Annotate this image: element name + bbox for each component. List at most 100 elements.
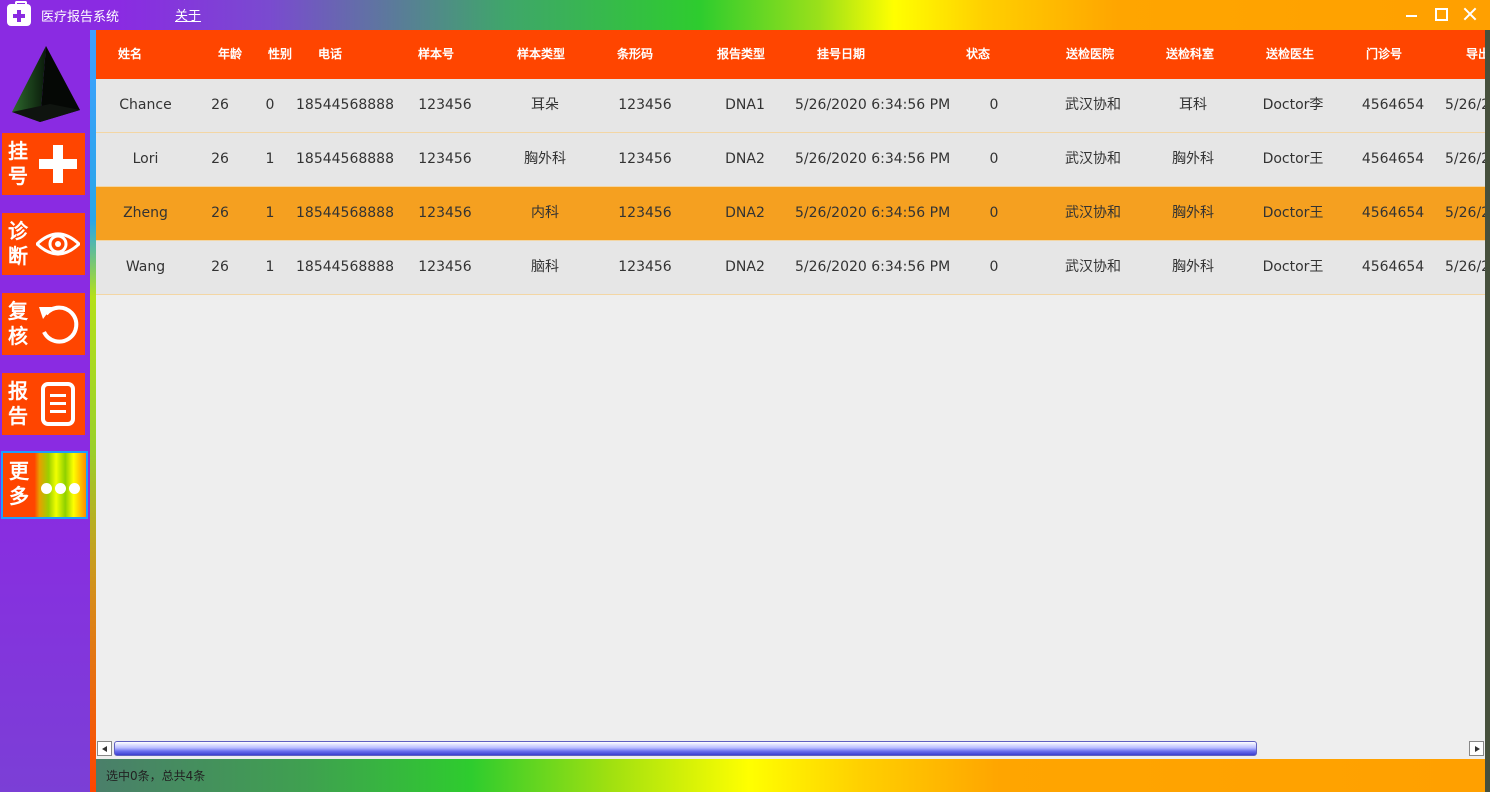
cell-age: 26	[211, 259, 229, 275]
cell-phone: 18544568888	[296, 97, 394, 113]
cell-sample-type: 脑科	[531, 259, 559, 275]
cell-phone: 18544568888	[296, 205, 394, 221]
cell-doctor: Doctor王	[1262, 259, 1324, 275]
cell-doctor: Doctor王	[1262, 151, 1324, 167]
cell-age: 26	[211, 151, 229, 167]
cell-sample-type: 内科	[531, 205, 559, 221]
nav-more[interactable]: 更多	[1, 451, 88, 519]
column-header[interactable]: 送检科室	[1166, 30, 1214, 79]
cell-hospital: 武汉协和	[1065, 259, 1121, 275]
cell-phone: 18544568888	[296, 259, 394, 275]
cell-hospital: 武汉协和	[1065, 151, 1121, 167]
nav-report[interactable]: 报告	[2, 373, 85, 435]
cell-export: 5/26/2	[1445, 97, 1485, 113]
column-header[interactable]: 样本类型	[517, 30, 565, 79]
column-header[interactable]: 送检医院	[1066, 30, 1114, 79]
table-row-selected[interactable]: Zheng 26 1 18544568888 123456 内科 123456 …	[96, 187, 1485, 241]
table-header: 姓名 年龄 性别 电话 样本号 样本类型 条形码 报告类型 挂号日期 状态 送检…	[96, 30, 1485, 79]
nav-diagnose[interactable]: 诊断	[2, 213, 85, 275]
cell-outpatient-no: 4564654	[1361, 259, 1425, 275]
cell-export: 5/26/2	[1445, 259, 1485, 275]
report-table: 姓名 年龄 性别 电话 样本号 样本类型 条形码 报告类型 挂号日期 状态 送检…	[96, 30, 1485, 759]
horizontal-scrollbar[interactable]	[96, 740, 1485, 758]
cell-report-type: DNA2	[725, 259, 765, 275]
column-header[interactable]: 电话	[318, 30, 342, 79]
cell-department: 胸外科	[1172, 259, 1214, 275]
eye-icon	[36, 232, 80, 256]
cell-barcode: 123456	[618, 151, 672, 167]
cell-department: 胸外科	[1172, 151, 1214, 167]
cell-barcode: 123456	[618, 205, 672, 221]
nav-report-label: 报告	[8, 379, 28, 428]
nav-more-label: 更多	[9, 459, 29, 508]
document-icon	[41, 382, 75, 426]
nav-review[interactable]: 复核	[2, 293, 85, 355]
cell-name: Wang	[125, 259, 166, 275]
cell-register-date: 5/26/2020 6:34:56 PM	[795, 205, 951, 221]
title-bar: 医疗报告系统 关于	[0, 0, 1490, 30]
column-header[interactable]: 年龄	[218, 30, 242, 79]
cell-status: 0	[989, 97, 999, 113]
nav-review-label: 复核	[8, 299, 28, 348]
column-header[interactable]: 条形码	[617, 30, 653, 79]
column-header[interactable]: 导出	[1466, 30, 1485, 79]
cell-gender: 0	[265, 97, 275, 113]
table-row[interactable]: Wang 26 1 18544568888 123456 脑科 123456 D…	[96, 241, 1485, 295]
cell-sample-no: 123456	[418, 259, 472, 275]
table-row[interactable]: Lori 26 1 18544568888 123456 胸外科 123456 …	[96, 133, 1485, 187]
cell-status: 0	[989, 259, 999, 275]
medical-kit-icon	[7, 1, 31, 26]
window-edge	[1485, 30, 1490, 792]
cell-doctor: Doctor王	[1262, 205, 1324, 221]
nav-register-label: 挂号	[8, 139, 28, 188]
cell-gender: 1	[265, 205, 275, 221]
nav-register[interactable]: 挂号	[2, 133, 85, 195]
column-header[interactable]: 性别	[268, 30, 292, 79]
cell-sample-no: 123456	[418, 97, 472, 113]
more-dots-icon	[41, 479, 83, 498]
scrollbar-thumb[interactable]	[114, 741, 1257, 756]
column-header[interactable]: 门诊号	[1366, 30, 1402, 79]
column-header[interactable]: 报告类型	[717, 30, 765, 79]
cell-barcode: 123456	[618, 97, 672, 113]
maximize-button[interactable]	[1431, 5, 1451, 25]
cell-gender: 1	[265, 151, 275, 167]
cell-name: Chance	[119, 97, 172, 113]
selection-status: 选中0条，总共4条	[106, 769, 206, 783]
scroll-right-arrow-icon[interactable]	[1469, 741, 1484, 756]
column-header[interactable]: 挂号日期	[817, 30, 865, 79]
scroll-left-arrow-icon[interactable]	[97, 741, 112, 756]
cell-export: 5/26/2	[1445, 151, 1485, 167]
cell-sample-type: 耳朵	[531, 97, 559, 113]
minimize-button[interactable]	[1402, 5, 1422, 25]
close-button[interactable]	[1460, 5, 1480, 25]
cell-hospital: 武汉协和	[1065, 205, 1121, 221]
cell-hospital: 武汉协和	[1065, 97, 1121, 113]
cell-report-type: DNA2	[725, 205, 765, 221]
cell-name: Zheng	[123, 205, 168, 221]
sidebar: 挂号 诊断 复核 报告 更多	[0, 30, 90, 792]
column-header[interactable]: 姓名	[118, 30, 142, 79]
menu-about[interactable]: 关于	[175, 5, 201, 24]
cell-name: Lori	[132, 151, 159, 167]
cell-sample-no: 123456	[418, 205, 472, 221]
cell-report-type: DNA2	[725, 151, 765, 167]
app-title: 医疗报告系统	[41, 10, 120, 25]
undo-icon	[39, 305, 79, 344]
column-header[interactable]: 状态	[966, 30, 990, 79]
cell-export: 5/26/2	[1445, 205, 1485, 221]
cell-register-date: 5/26/2020 6:34:56 PM	[795, 97, 951, 113]
cell-age: 26	[211, 205, 229, 221]
column-header[interactable]: 样本号	[418, 30, 454, 79]
table-row[interactable]: Chance 26 0 18544568888 123456 耳朵 123456…	[96, 79, 1485, 133]
cell-status: 0	[989, 151, 999, 167]
plus-icon	[39, 145, 77, 183]
column-header[interactable]: 送检医生	[1266, 30, 1314, 79]
cell-department: 胸外科	[1172, 205, 1214, 221]
nav-diagnose-label: 诊断	[8, 219, 28, 268]
cone-icon	[12, 46, 80, 122]
cell-sample-type: 胸外科	[524, 151, 566, 167]
cell-barcode: 123456	[618, 259, 672, 275]
cell-outpatient-no: 4564654	[1361, 205, 1425, 221]
cell-outpatient-no: 4564654	[1361, 97, 1425, 113]
